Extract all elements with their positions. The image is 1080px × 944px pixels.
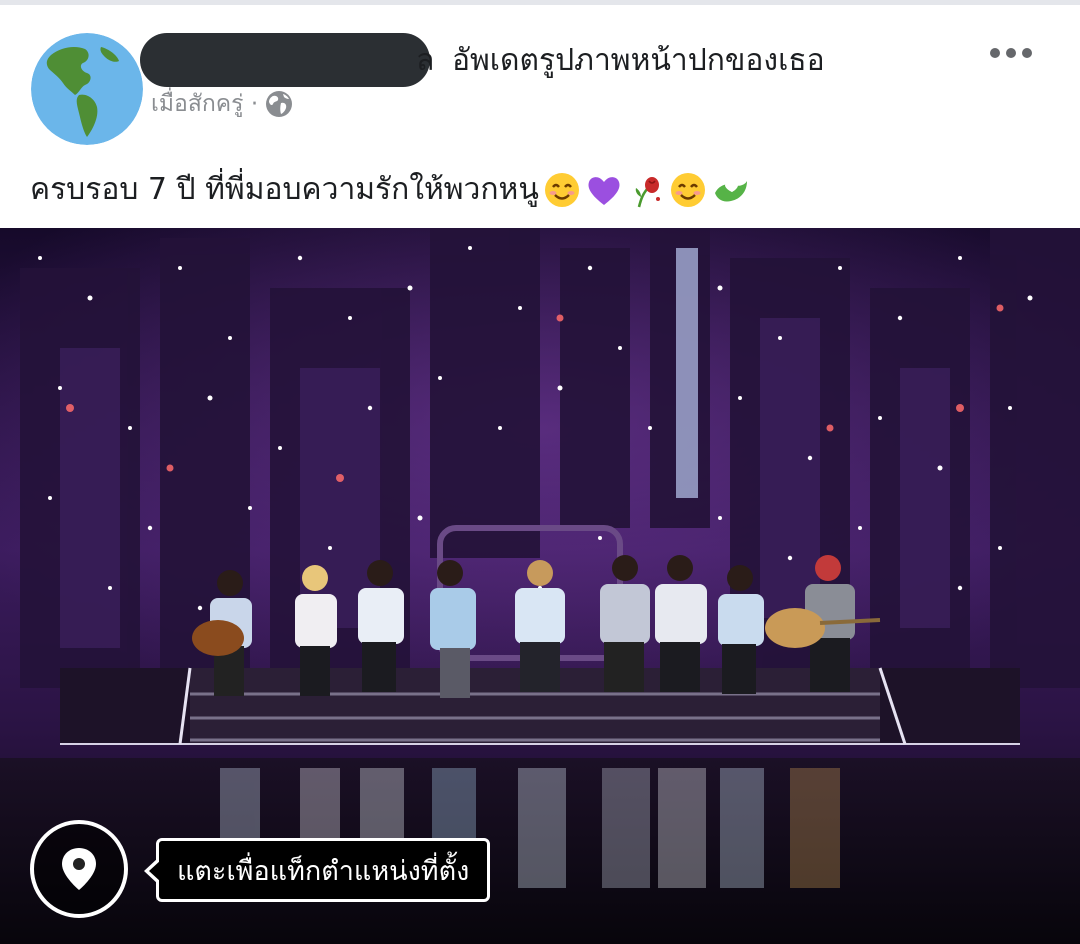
more-options-button[interactable] [990,38,1036,68]
concert-stage-image [0,228,1080,944]
post-action-text: อัพเดตรูปภาพหน้าปกของเธอ [452,43,825,78]
author-name-tail[interactable]: ล [416,37,434,84]
post-text: ครบรอบ 7 ปี ที่พี่มอบความรักให้พวกหนู [30,166,749,213]
more-dot [990,48,1000,58]
smiling-face-icon [544,172,579,207]
post-meta: เมื่อสักครู่ · [151,86,294,122]
timestamp[interactable]: เมื่อสักครู่ · [151,86,258,122]
location-pin-icon [62,848,96,890]
smiling-face-icon [670,172,705,207]
author-name-redaction [140,33,430,87]
tag-location-hint: แตะเพื่อแท็กตำแหน่งที่ตั้ง [177,855,470,887]
globe-icon [266,91,293,117]
hands-heart-icon [714,180,747,202]
avatar[interactable] [31,33,143,145]
earth-avatar-icon [31,33,143,145]
tag-location-button[interactable] [30,820,128,918]
post-caption: ครบรอบ 7 ปี ที่พี่มอบความรักให้พวกหนู [30,172,539,207]
wilted-rose-icon [635,176,660,207]
more-dot [1022,48,1032,58]
tag-location-tooltip[interactable]: แตะเพื่อแท็กตำแหน่งที่ตั้ง [143,838,491,902]
cover-photo[interactable] [0,228,1080,944]
purple-heart-icon [588,176,620,205]
more-dot [1006,48,1016,58]
top-divider [0,0,1080,5]
